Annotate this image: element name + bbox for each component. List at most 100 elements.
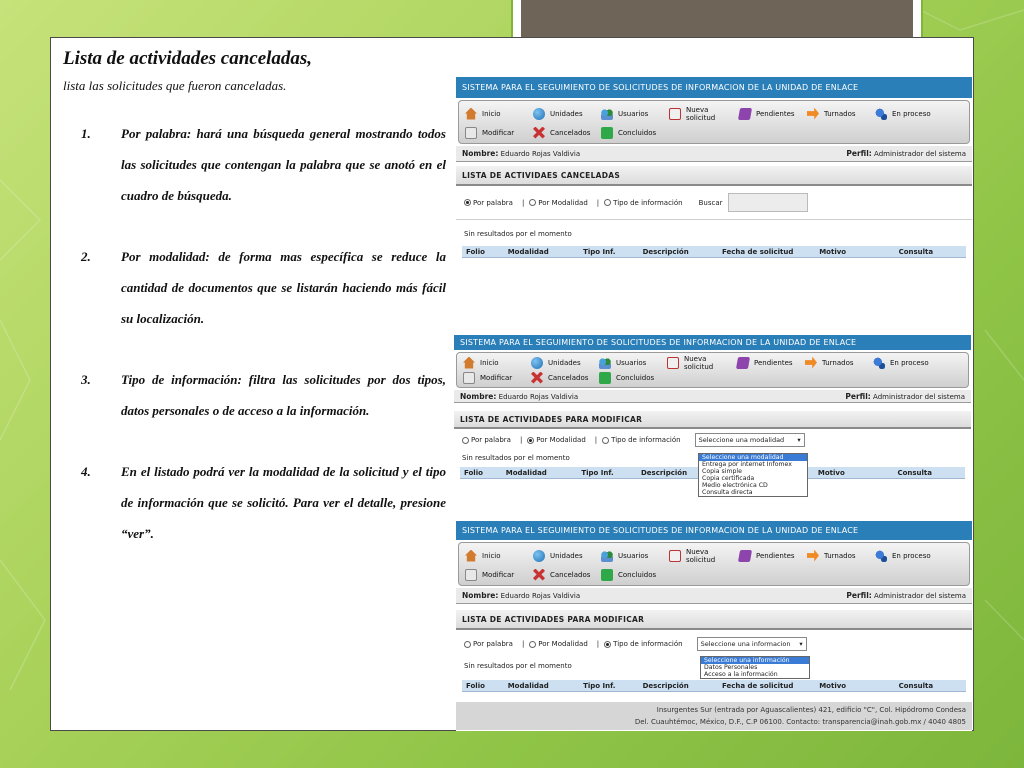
menu-item-concluidos[interactable]: Concluidos <box>599 370 667 385</box>
list-number: 4. <box>81 464 91 479</box>
menu-item-nueva-solicitud[interactable]: Nueva solicitud <box>669 546 739 565</box>
menu-item-inicio[interactable]: Inicio <box>463 355 531 370</box>
user-name-group: Nombre: Eduardo Rojas Valdivia <box>462 591 580 600</box>
pending-icon <box>735 356 751 369</box>
dropdown-option[interactable]: Entrega por internet Infomex <box>699 461 807 468</box>
menu-label: En proceso <box>892 109 931 118</box>
col-folio: Folio <box>464 468 483 477</box>
dropdown-option[interactable]: Copia simple <box>699 468 807 475</box>
menu-item-turnados[interactable]: Turnados <box>807 546 875 565</box>
dropdown-option[interactable]: Medio electrónica CD <box>699 482 807 489</box>
dropdown-option[interactable]: Seleccione una información <box>701 657 809 664</box>
col-motivo: Motivo <box>819 247 847 256</box>
menu-item-en-proceso[interactable]: En proceso <box>873 355 941 370</box>
chevron-down-icon: ▾ <box>797 436 801 444</box>
information-type-select[interactable]: Seleccione una informacion ▾ <box>696 637 807 651</box>
radio-label: Por palabra <box>471 436 511 444</box>
dropdown-option[interactable]: Consulta directa <box>699 489 807 496</box>
menu-item-pendientes[interactable]: Pendientes <box>737 546 807 565</box>
profile-group: Perfil: Administrador del sistema <box>845 392 965 401</box>
menu-label: Cancelados <box>548 373 589 382</box>
dropdown-option[interactable]: Acceso a la información <box>701 671 809 678</box>
menu-item-usuarios[interactable]: Usuarios <box>599 355 667 370</box>
menu-label: Cancelados <box>550 128 591 137</box>
menu-item-inicio[interactable]: Inicio <box>465 546 533 565</box>
menu-item-cancelados[interactable]: Cancelados <box>531 370 599 385</box>
separator: | <box>596 640 600 648</box>
cancel-icon <box>533 568 545 581</box>
menu-label: Concluidos <box>618 128 657 137</box>
modality-dropdown: Seleccione una modalidad Entrega por int… <box>698 453 808 497</box>
search-input[interactable] <box>728 193 809 212</box>
menu-label: Nueva solicitud <box>686 105 716 122</box>
dropdown-option[interactable]: Datos Personales <box>701 664 809 671</box>
menu-item-usuarios[interactable]: Usuarios <box>601 104 669 123</box>
radio-icon <box>604 199 612 206</box>
col-consulta: Consulta <box>898 681 934 690</box>
menu-item-nueva-solicitud[interactable]: Nueva solicitud <box>669 104 739 123</box>
col-tipo: Tipo Inf. <box>581 468 614 477</box>
menu-item-nueva-solicitud[interactable]: Nueva solicitud <box>667 355 737 371</box>
menu-label: Turnados <box>822 358 854 367</box>
menu-item-modificar[interactable]: Modificar <box>465 565 533 584</box>
radio-by-type[interactable]: Tipo de información <box>602 436 681 444</box>
menu-item-turnados[interactable]: Turnados <box>805 355 873 370</box>
radio-icon <box>529 199 537 206</box>
menu-item-unidades[interactable]: Unidades <box>533 104 601 123</box>
radio-by-type[interactable]: Tipo de información <box>604 199 683 207</box>
menu-label: Inicio <box>482 551 501 560</box>
no-results-text: Sin resultados por el momento <box>464 230 572 238</box>
dropdown-option[interactable]: Copia certificada <box>699 475 807 482</box>
chevron-down-icon: ▾ <box>799 640 803 648</box>
footer-address: Insurgentes Sur (entrada por Aguascalien… <box>656 706 966 714</box>
menu-item-pendientes[interactable]: Pendientes <box>737 104 807 123</box>
radio-by-type[interactable]: Tipo de información <box>604 640 683 648</box>
menu-item-modificar[interactable]: Modificar <box>463 370 531 385</box>
radio-icon <box>464 640 471 648</box>
check-icon <box>601 126 613 139</box>
menu-item-en-proceso[interactable]: En proceso <box>875 546 943 565</box>
radio-by-mode[interactable]: Por Modalidad <box>529 640 588 648</box>
menu-label: Usuarios <box>618 551 649 560</box>
check-icon <box>599 371 611 384</box>
list-text: En el listado podrá ver la modalidad de … <box>121 464 446 541</box>
section-title: LISTA DE ACTIVIDADES PARA MODIFICAR <box>456 610 972 630</box>
menu-item-cancelados[interactable]: Cancelados <box>533 565 601 584</box>
menu-item-cancelados[interactable]: Cancelados <box>533 123 601 142</box>
information-type-dropdown: Seleccione una información Datos Persona… <box>700 656 810 679</box>
section-title: LISTA DE ACTIVIDADES PARA MODIFICAR <box>454 411 971 429</box>
radio-by-mode[interactable]: Por Modalidad <box>527 436 586 444</box>
menu-item-unidades[interactable]: Unidades <box>531 355 599 370</box>
profile-value: Administrador del sistema <box>873 392 965 401</box>
radio-by-mode[interactable]: Por Modalidad <box>529 199 588 207</box>
user-name: Eduardo Rojas Valdivia <box>500 592 581 600</box>
menu-item-pendientes[interactable]: Pendientes <box>735 355 805 370</box>
menu-label: Modificar <box>482 570 515 579</box>
dropdown-option[interactable]: Seleccione una modalidad <box>699 454 807 461</box>
list-text: Por palabra: hará una búsqueda general m… <box>121 126 446 203</box>
menu-item-usuarios[interactable]: Usuarios <box>601 546 669 565</box>
menu-item-concluidos[interactable]: Concluidos <box>601 565 669 584</box>
list-item: 3. Tipo de información: filtra las solic… <box>81 364 446 426</box>
edit-icon <box>465 126 477 139</box>
menu-item-en-proceso[interactable]: En proceso <box>875 104 943 123</box>
pending-icon <box>737 549 753 562</box>
radio-by-word[interactable]: Por palabra <box>464 199 513 207</box>
menu-item-modificar[interactable]: Modificar <box>465 123 533 142</box>
menu-label: Usuarios <box>618 109 649 118</box>
menu-item-concluidos[interactable]: Concluidos <box>601 123 669 142</box>
menu-label: Pendientes <box>754 358 793 367</box>
modality-select[interactable]: Seleccione una modalidad ▾ <box>694 433 805 447</box>
menu-item-unidades[interactable]: Unidades <box>533 546 601 565</box>
col-fecha: Fecha de solicitud <box>721 681 794 690</box>
menu-item-inicio[interactable]: Inicio <box>465 104 533 123</box>
radio-by-word[interactable]: Por palabra <box>464 640 513 648</box>
menu-label: Modificar <box>480 373 513 382</box>
users-icon <box>601 107 613 120</box>
radio-by-word[interactable]: Por palabra <box>462 436 511 444</box>
new-request-icon <box>667 356 679 369</box>
app-screenshot-modify-type: SISTEMA PARA EL SEGUIMIENTO DE SOLICITUD… <box>456 521 972 731</box>
menu-item-turnados[interactable]: Turnados <box>807 104 875 123</box>
menu-label: Unidades <box>550 551 583 560</box>
col-fecha: Fecha de solicitud <box>721 247 794 256</box>
